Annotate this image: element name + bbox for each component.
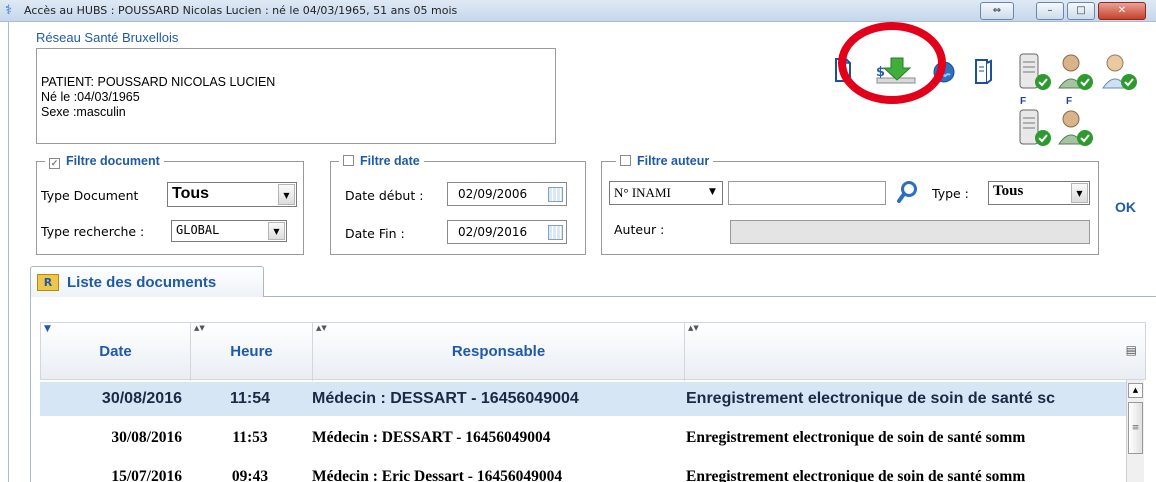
sort-icon: ▲▼ [316,324,327,332]
author-type-label: Type : [932,186,969,201]
cell-responsable: Médecin : DESSART - 16456049004 [312,429,551,446]
vertical-scrollbar[interactable]: ▲ ≡ [1126,380,1144,482]
date-debut-field[interactable]: 02/09/2006 [447,182,567,206]
id-type-value: N° INAMI [614,185,671,200]
cell-date: 30/08/2016 [111,429,182,446]
scroll-up-icon[interactable]: ▲ [1128,383,1143,398]
cell-document: Enregistrement electronique de soin de s… [686,468,1026,482]
table-row[interactable]: 30/08/2016 11:54 Médecin : DESSART - 164… [40,382,1126,416]
patient-sex: Sexe :masculin [41,105,126,119]
highlight-circle [838,22,946,104]
type-recherche-label: Type recherche : [41,224,145,239]
folder-icon: R [37,274,59,291]
maximize-button[interactable]: □ [1067,2,1095,20]
doctor-check-icon[interactable] [1056,52,1094,92]
cell-date: 30/08/2016 [101,390,182,407]
column-header-date[interactable]: ▼ Date [41,323,191,381]
filter-author-legend[interactable]: Filtre auteur [616,154,714,168]
filter-document-legend[interactable]: ✓ Filtre document [45,154,164,169]
column-label-heure: Heure [230,343,273,360]
server-check-icon[interactable] [1016,52,1052,92]
type-document-value: Tous [172,185,210,202]
date-fin-field[interactable]: 02/09/2016 [447,220,567,244]
author-search-input[interactable] [728,181,886,205]
filter-author-group: Filtre auteur N° INAMI ▼ Type : Tous ▼ A… [601,154,1099,255]
column-label-date: Date [99,343,132,360]
window-titlebar: ⚕ Accès au HUBS : POUSSARD Nicolas Lucie… [0,0,1156,22]
doctor-check-alt-icon[interactable] [1100,52,1138,92]
filter-document-group: ✓ Filtre document Type Document Tous ▼ Ty… [36,154,304,255]
author-field [730,220,1090,244]
sort-icon: ▲▼ [688,324,699,332]
tab-liste-documents[interactable]: R Liste des documents [30,266,264,297]
filter-document-checkbox[interactable]: ✓ [49,158,60,169]
id-type-select[interactable]: N° INAMI ▼ [609,181,723,205]
patient-name: PATIENT: POUSSARD NICOLAS LUCIEN [41,75,276,89]
date-fin-value: 02/09/2016 [458,225,528,239]
cell-responsable: Médecin : DESSART - 16456049004 [312,390,579,407]
folder-doc-icon[interactable] [972,56,994,86]
window-border [8,22,9,482]
f-label-server: F [1020,96,1027,107]
f-label-doctor: F [1066,96,1073,107]
cell-heure: 09:43 [231,468,269,482]
filter-author-checkbox[interactable] [620,155,631,166]
column-label-responsable: Responsable [451,343,546,360]
sort-desc-icon: ▼ [44,324,51,334]
date-fin-label: Date Fin : [345,226,405,241]
server-check-f-icon[interactable] [1016,108,1052,148]
calendar-icon[interactable] [548,187,563,202]
cell-document: Enregistrement electronique de soin de s… [686,390,1055,407]
cell-document: Enregistrement electronique de soin de s… [686,429,1026,446]
cell-responsable: Médecin : Eric Dessart - 16456049004 [312,468,563,482]
cell-heure: 11:53 [232,429,268,446]
column-chooser-icon[interactable]: ▤ [1126,343,1137,357]
filter-document-label: Filtre document [66,154,160,168]
tab-label: Liste des documents [67,274,217,291]
patient-birthdate: Né le :04/03/1965 [41,90,140,104]
author-type-select[interactable]: Tous ▼ [988,181,1090,205]
column-header-responsable[interactable]: ▲▼ Responsable [313,323,685,381]
chevron-down-icon[interactable]: ▼ [1071,183,1088,203]
table-row[interactable]: 30/08/2016 11:53 Médecin : DESSART - 164… [40,421,1126,455]
type-recherche-value: GLOBAL [176,223,220,237]
column-header-document[interactable]: ▲▼ ▤ [685,323,1145,381]
calendar-icon[interactable] [548,225,563,240]
window-title: Accès au HUBS : POUSSARD Nicolas Lucien … [24,4,458,17]
filter-date-legend[interactable]: Filtre date [339,154,424,168]
chevron-down-icon[interactable]: ▼ [278,184,295,205]
ok-button[interactable]: OK [1115,199,1136,215]
date-debut-value: 02/09/2006 [458,187,528,201]
author-label: Auteur : [614,222,665,237]
filter-author-label: Filtre auteur [637,154,710,168]
type-document-select[interactable]: Tous ▼ [167,182,297,207]
type-recherche-select[interactable]: GLOBAL ▼ [171,220,287,242]
doctor-check-f-icon[interactable] [1056,108,1094,148]
app-icon: ⚕ [5,3,13,18]
cell-date: 15/07/2016 [111,468,182,482]
filter-date-checkbox[interactable] [343,155,354,166]
network-name: Réseau Santé Bruxellois [36,30,179,45]
date-debut-label: Date début : [345,188,424,203]
filter-date-group: Filtre date Date début : 02/09/2006 Date… [330,154,586,255]
grid-header: ▼ Date ▲▼ Heure ▲▼ Responsable ▲▼ ▤ [40,322,1146,381]
chevron-down-icon[interactable]: ▼ [704,183,721,201]
type-document-label: Type Document [41,188,139,203]
chevron-down-icon[interactable]: ▼ [268,222,285,240]
filter-date-label: Filtre date [360,154,420,168]
patient-info-box: PATIENT: POUSSARD NICOLAS LUCIEN Né le :… [36,48,556,144]
sort-icon: ▲▼ [194,324,205,332]
column-header-heure[interactable]: ▲▼ Heure [191,323,313,381]
author-type-value: Tous [993,183,1024,199]
search-icon[interactable] [896,179,920,205]
swap-window-button[interactable]: ⇔ [980,2,1014,20]
minimize-button[interactable]: – [1036,2,1064,20]
table-row[interactable]: 15/07/2016 09:43 Médecin : Eric Dessart … [40,460,1126,482]
cell-heure: 11:54 [229,390,271,407]
scroll-thumb[interactable]: ≡ [1128,402,1143,454]
close-button[interactable]: ✕ [1098,2,1146,20]
